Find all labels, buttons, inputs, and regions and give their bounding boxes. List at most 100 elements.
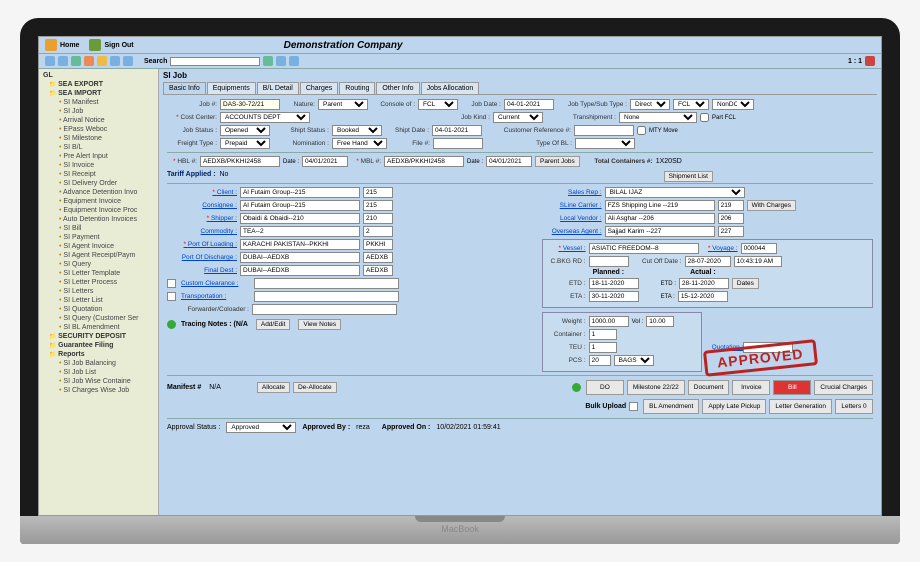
parent-jobs-button[interactable]: Parent Jobs (535, 156, 580, 167)
cost-center-select[interactable]: ACCOUNTS DEPT (220, 112, 310, 123)
dates-button[interactable]: Dates (732, 278, 759, 289)
hbl-date-input[interactable] (302, 156, 348, 167)
tab-routing[interactable]: Routing (339, 82, 375, 94)
tree-leaf[interactable]: SI Delivery Order (41, 179, 156, 188)
tree-leaf[interactable]: SI Payment (41, 233, 156, 242)
job-sub-select[interactable]: FCL (673, 99, 709, 110)
tree-leaf[interactable]: SI Letter List (41, 296, 156, 305)
teu-input[interactable] (589, 342, 617, 353)
tree-leaf[interactable]: SI Receipt (41, 170, 156, 179)
final-dest-input[interactable] (240, 265, 360, 276)
consignee-code[interactable] (363, 200, 393, 211)
signout-icon[interactable] (89, 39, 101, 51)
tree-leaf[interactable]: SI Job (41, 107, 156, 116)
etd-actual[interactable] (679, 278, 729, 289)
tree-leaf[interactable]: EPass Weboc (41, 125, 156, 134)
close-icon[interactable] (865, 56, 875, 66)
print-icon[interactable] (110, 56, 120, 66)
consignee-input[interactable] (240, 200, 360, 211)
milestone-button[interactable]: Milestone 22/22 (627, 380, 685, 395)
tree-leaf[interactable]: SI Manifest (41, 98, 156, 107)
pod-label[interactable]: Port Of Discharge : (167, 254, 237, 261)
nondc-select[interactable]: NonDC (712, 99, 754, 110)
tree-leaf[interactable]: SI BL Amendment (41, 323, 156, 332)
invoice-button[interactable]: Invoice (732, 380, 770, 395)
transport-label[interactable]: Transportation : (181, 293, 251, 300)
sline-input[interactable] (605, 200, 715, 211)
shipper-label[interactable]: Shipper : (167, 215, 237, 222)
cutoff-time[interactable] (734, 256, 782, 267)
console-select[interactable]: FCL (418, 99, 458, 110)
tree-leaf[interactable]: SI Job Wise Containe (41, 377, 156, 386)
apply-late-button[interactable]: Apply Late Pickup (702, 399, 766, 414)
sales-rep-label[interactable]: Sales Rep : (542, 189, 602, 196)
tree-leaf[interactable]: SI Query (41, 260, 156, 269)
tree-leaf[interactable]: SI Job List (41, 368, 156, 377)
job-status-select[interactable]: Opened (220, 125, 270, 136)
add-edit-button[interactable]: Add/Edit (256, 319, 291, 330)
pcs-input[interactable] (589, 355, 611, 366)
cust-ref-input[interactable] (574, 125, 634, 136)
shipt-date-input[interactable] (432, 125, 482, 136)
vessel-input[interactable] (589, 243, 699, 254)
cbkg-input[interactable] (589, 256, 629, 267)
shipper-code[interactable] (363, 213, 393, 224)
nature-select[interactable]: Parent (318, 99, 368, 110)
tab-equipments[interactable]: Equipments (207, 82, 256, 94)
refresh-icon[interactable] (123, 56, 133, 66)
freight-type-select[interactable]: Prepaid (220, 138, 270, 149)
mbl-date-input[interactable] (486, 156, 532, 167)
type-bl-select[interactable] (575, 138, 635, 149)
pol-input[interactable] (240, 239, 360, 250)
container-input[interactable] (589, 329, 617, 340)
view-notes-button[interactable]: View Notes (298, 319, 341, 330)
tree-folder-sea-import[interactable]: SEA IMPORT (41, 89, 156, 98)
bl-amend-button[interactable]: BL Amendment (643, 399, 699, 414)
tab-other-info[interactable]: Other Info (376, 82, 419, 94)
nav-prev-icon[interactable] (58, 56, 68, 66)
shipt-status-select[interactable]: Booked (332, 125, 382, 136)
file-input[interactable] (433, 138, 483, 149)
tree-leaf[interactable]: SI Query (Customer Ser (41, 314, 156, 323)
job-type-select[interactable]: Direct (630, 99, 670, 110)
shipper-input[interactable] (240, 213, 360, 224)
letter-gen-button[interactable]: Letter Generation (769, 399, 832, 414)
signout-link[interactable]: Sign Out (104, 42, 133, 49)
sidebar-tree[interactable]: GL SEA EXPORT SEA IMPORT SI ManifestSI J… (39, 69, 159, 516)
commodity-code[interactable] (363, 226, 393, 237)
tree-leaf[interactable]: SI Agent Receipt/Paym (41, 251, 156, 260)
weight-input[interactable] (589, 316, 629, 327)
tree-leaf[interactable]: SI Job Balancing (41, 359, 156, 368)
voyage-label[interactable]: Voyage : (702, 245, 738, 252)
deallocate-button[interactable]: De-Allocate (293, 382, 337, 393)
tree-leaf[interactable]: Auto Detention Invoices (41, 215, 156, 224)
do-button[interactable]: DO (586, 380, 624, 395)
bulk-check[interactable] (629, 402, 638, 411)
with-charges-button[interactable]: With Charges (747, 200, 796, 211)
custom-input[interactable] (254, 278, 399, 289)
custom-check[interactable] (167, 279, 176, 288)
job-date-input[interactable] (504, 99, 554, 110)
mtymove-check[interactable] (637, 126, 646, 135)
transport-check[interactable] (167, 292, 176, 301)
nav-last-icon[interactable] (289, 56, 299, 66)
nav-first-icon[interactable] (45, 56, 55, 66)
tree-leaf[interactable]: SI Quotation (41, 305, 156, 314)
tab-b-l-detail[interactable]: B/L Detail (257, 82, 299, 94)
tree-leaf[interactable]: Equipment Invoice (41, 197, 156, 206)
overseas-code[interactable] (718, 226, 744, 237)
partfcl-check[interactable] (700, 113, 709, 122)
local-vendor-label[interactable]: Local Vendor : (542, 215, 602, 222)
pcs-unit-select[interactable]: BAGS (614, 355, 654, 366)
tree-leaf[interactable]: Equipment Invoice Proc (41, 206, 156, 215)
job-no-input[interactable] (220, 99, 280, 110)
client-label[interactable]: Client : (167, 189, 237, 196)
tree-leaf[interactable]: Arrival Notice (41, 116, 156, 125)
bill-button[interactable]: Bill (773, 380, 811, 395)
tree-leaf[interactable]: SI Charges Wise Job (41, 386, 156, 395)
tree-folder-sea-export[interactable]: SEA EXPORT (41, 80, 156, 89)
go-icon[interactable] (263, 56, 273, 66)
allocate-button[interactable]: Allocate (257, 382, 290, 393)
sline-label[interactable]: SLine Carrier : (542, 202, 602, 209)
tree-leaf[interactable]: SI Milestone (41, 134, 156, 143)
